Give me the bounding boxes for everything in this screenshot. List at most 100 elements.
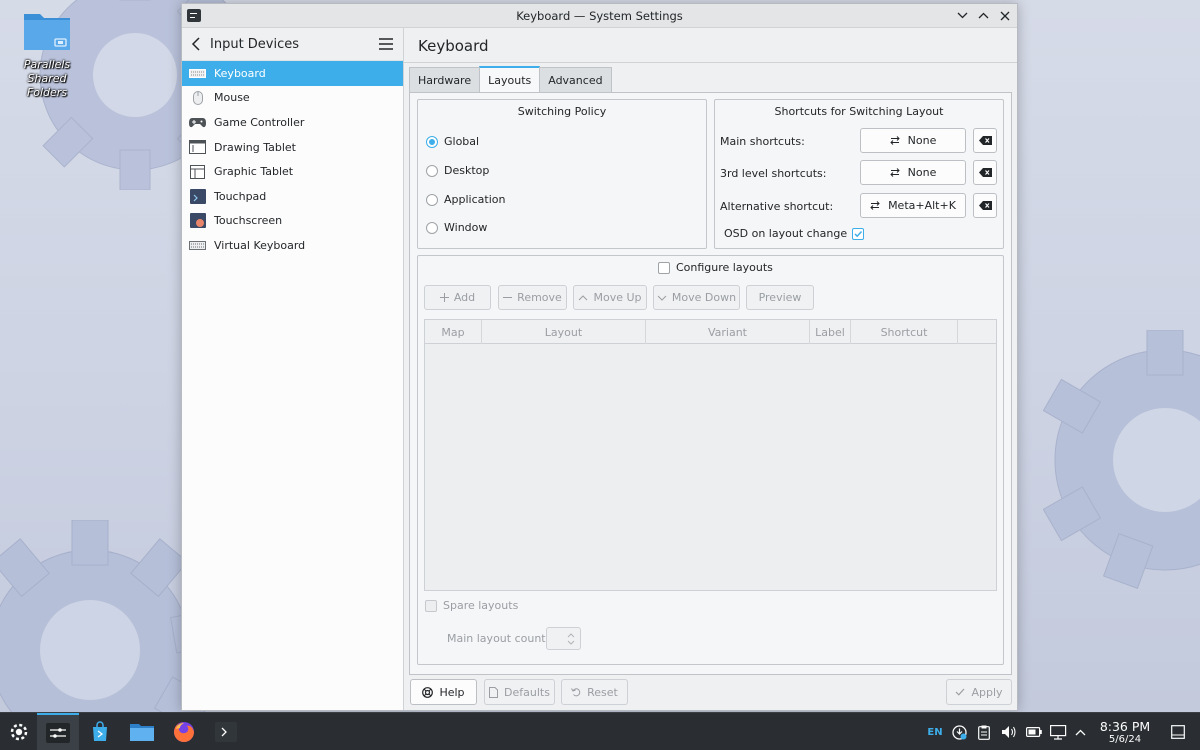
move-down-button[interactable]: Move Down [653,285,740,310]
tab-bar: Hardware Layouts Advanced [409,66,612,92]
sidebar-item-mouse[interactable]: Mouse [182,86,403,111]
tray-clipboard[interactable] [976,724,992,740]
title-bar[interactable]: Keyboard — System Settings [182,4,1017,28]
osd-checkbox[interactable] [852,227,865,240]
update-icon [951,724,967,740]
mouse-icon [189,90,206,105]
alternative-shortcut-button[interactable]: Meta+Alt+K [860,193,966,218]
sidebar-item-game-controller[interactable]: Game Controller [182,110,403,135]
digital-clock[interactable]: 8:36 PM 5/6/24 [1095,719,1155,746]
radio-button[interactable] [426,221,438,234]
system-settings-window: Keyboard — System Settings Input Devices [181,3,1018,711]
main-layout-count-spinbox[interactable] [546,627,581,650]
touchscreen-icon [189,213,206,229]
sidebar-item-touchpad[interactable]: Touchpad [182,184,403,209]
radio-button[interactable] [426,135,438,148]
radio-label: Global [444,135,480,148]
minus-icon [503,293,513,302]
configure-layouts-label: Configure layouts [676,261,773,274]
clear-main-shortcut-button[interactable] [973,128,997,153]
sidebar-item-touchscreen[interactable]: Touchscreen [182,209,403,234]
tray-expand-button[interactable] [1073,724,1087,740]
help-button[interactable]: Help [410,679,477,705]
sidebar-item-label: Mouse [214,91,250,105]
desktop-icon-parallels-shared-folders[interactable]: Parallels Shared Folders [6,8,88,100]
button-label: Add [453,291,476,304]
spin-arrows-icon [567,633,575,645]
radio-button[interactable] [426,193,438,206]
add-layout-button[interactable]: Add [424,285,491,310]
clear-alternative-shortcut-button[interactable] [973,193,997,218]
column-header-label[interactable]: Label [810,320,851,344]
layouts-tab-panel: Switching Policy Global Desktop Applicat… [409,92,1012,675]
button-label: Move Down [671,291,737,304]
shortcut-value: None [907,166,937,179]
column-header-map[interactable]: Map [425,320,482,344]
taskbar-discover[interactable] [79,713,121,750]
minimize-button[interactable] [954,7,971,24]
layouts-table[interactable]: Map Layout Variant Label Shortcut [424,319,997,591]
terminal-icon [215,722,237,742]
tab-advanced[interactable]: Advanced [539,67,612,92]
shortcuts-group: Shortcuts for Switching Layout Main shor… [714,99,1004,249]
defaults-button[interactable]: Defaults [484,679,555,705]
graphic-tablet-icon [189,164,206,179]
tray-battery[interactable] [1025,724,1043,740]
hamburger-menu-icon[interactable] [379,38,393,50]
third-level-shortcuts-label: 3rd level shortcuts: [720,167,827,180]
show-desktop-button[interactable] [1170,724,1186,740]
back-arrow-icon[interactable] [190,36,204,52]
keyboard-layout-indicator[interactable]: EN [927,724,943,740]
sidebar-item-keyboard[interactable]: Keyboard [182,61,403,86]
taskbar-terminal[interactable] [205,713,247,750]
column-header-layout[interactable]: Layout [482,320,646,344]
remove-layout-button[interactable]: Remove [498,285,567,310]
radio-desktop[interactable]: Desktop [426,164,489,177]
button-label: Remove [517,291,562,304]
radio-application[interactable]: Application [426,193,505,206]
tray-updates[interactable] [951,724,967,740]
shortcut-value: Meta+Alt+K [888,199,956,212]
apply-button[interactable]: Apply [946,679,1012,705]
sidebar-item-virtual-keyboard[interactable]: Virtual Keyboard [182,233,403,258]
maximize-button[interactable] [975,7,992,24]
main-content: Keyboard Hardware Layouts Advanced Switc… [404,28,1017,710]
close-button[interactable] [996,7,1013,24]
tray-network[interactable] [1049,724,1067,740]
radio-global[interactable]: Global [426,135,479,148]
tray-volume[interactable] [1000,724,1018,740]
keyboard-icon [189,66,206,80]
main-shortcut-button[interactable]: None [860,128,966,153]
column-header-variant[interactable]: Variant [646,320,810,344]
spare-layouts-option[interactable]: Spare layouts [425,599,518,612]
taskbar-file-manager[interactable] [121,713,163,750]
spare-layouts-checkbox[interactable] [425,599,437,612]
configure-layouts-checkbox[interactable] [658,261,670,274]
reset-button[interactable]: Reset [561,679,628,705]
backspace-clear-icon [978,168,992,177]
chevron-up-icon [578,294,588,301]
taskbar-system-settings[interactable] [37,713,79,750]
radio-window[interactable]: Window [426,221,487,234]
taskbar-firefox[interactable] [163,713,205,750]
osd-option[interactable]: OSD on layout change [724,227,865,240]
sidebar-item-graphic-tablet[interactable]: Graphic Tablet [182,159,403,184]
clock-date: 5/6/24 [1108,734,1142,745]
virtual-keyboard-icon [189,238,206,252]
table-header: Map Layout Variant Label Shortcut [425,320,996,344]
sidebar-item-drawing-tablet[interactable]: Drawing Tablet [182,135,403,160]
battery-icon [1026,727,1042,737]
radio-button[interactable] [426,164,438,177]
preview-button[interactable]: Preview [746,285,814,310]
switch-arrows-icon [889,168,900,177]
move-up-button[interactable]: Move Up [573,285,647,310]
app-launcher-button[interactable] [0,713,38,750]
configure-layouts-option[interactable]: Configure layouts [658,261,773,274]
clear-third-level-shortcut-button[interactable] [973,160,997,185]
third-level-shortcut-button[interactable]: None [860,160,966,185]
kde-launcher-icon [10,723,28,741]
tab-layouts[interactable]: Layouts [479,66,541,92]
tab-hardware[interactable]: Hardware [409,67,481,92]
column-header-shortcut[interactable]: Shortcut [851,320,958,344]
switch-arrows-icon [870,201,880,210]
